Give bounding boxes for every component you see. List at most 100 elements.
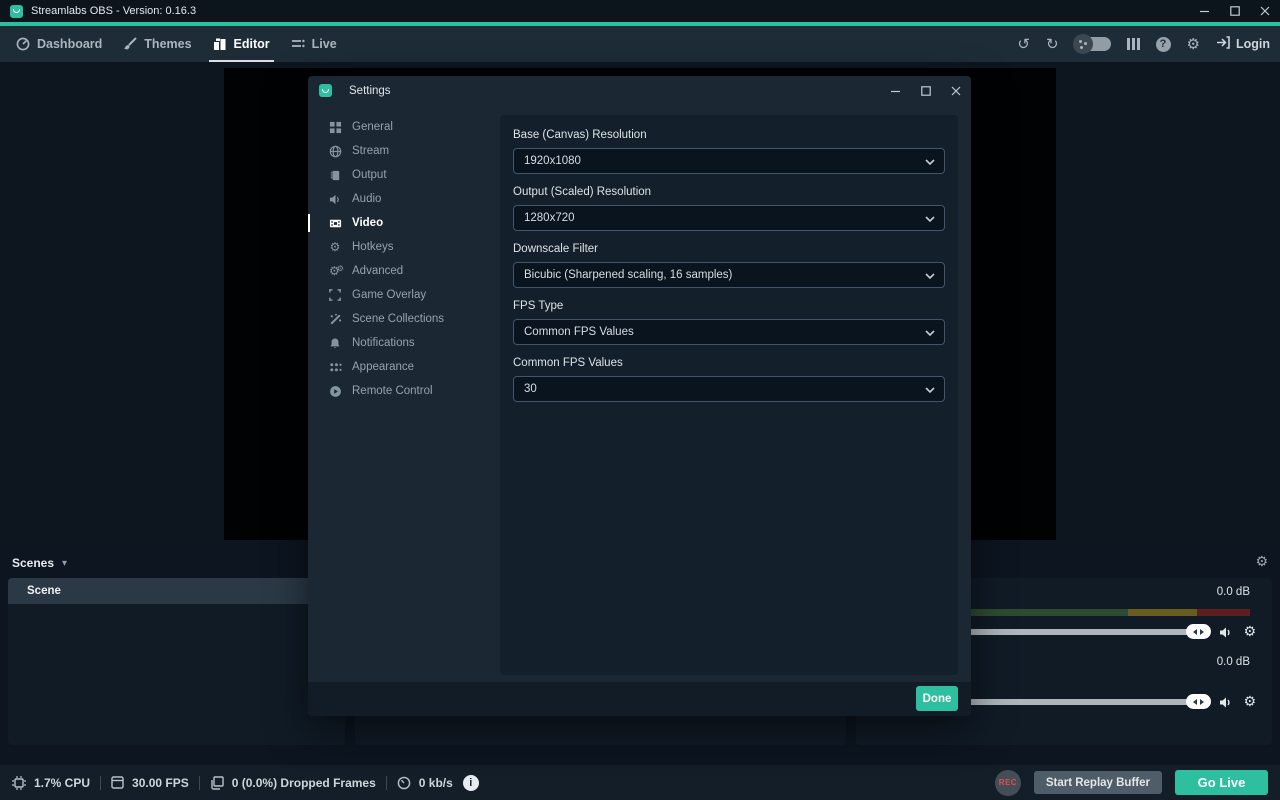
- sidebar-item-audio[interactable]: Audio: [308, 187, 500, 211]
- undo-icon[interactable]: ↺: [1017, 35, 1030, 53]
- speaker-icon[interactable]: [1219, 696, 1233, 709]
- output-resolution-select[interactable]: 1280x720: [513, 205, 945, 231]
- sidebar-label: Audio: [352, 193, 381, 205]
- settings-sidebar: General Stream Output Audio: [308, 105, 500, 403]
- dashboard-icon: [16, 37, 30, 51]
- login-button[interactable]: Login: [1216, 36, 1270, 52]
- select-value: Common FPS Values: [524, 326, 634, 338]
- chevron-down-icon: [925, 214, 935, 226]
- dropped-frames-status: 0 (0.0%) Dropped Frames: [210, 776, 376, 790]
- sidebar-item-video[interactable]: Video: [308, 211, 500, 235]
- downscale-filter-select[interactable]: Bicubic (Sharpened scaling, 16 samples): [513, 262, 945, 288]
- window-minimize-icon[interactable]: [1190, 0, 1220, 22]
- common-fps-values-select[interactable]: 30: [513, 376, 945, 402]
- go-live-button[interactable]: Go Live: [1175, 770, 1268, 795]
- scenes-header: Scenes ▾: [12, 556, 67, 570]
- window-maximize-icon[interactable]: [1220, 0, 1250, 22]
- info-icon[interactable]: i: [463, 775, 479, 791]
- scene-name: Scene: [27, 585, 61, 597]
- streamlabs-logo-icon: [10, 5, 23, 18]
- login-label: Login: [1236, 37, 1270, 51]
- sidebar-label: Video: [352, 217, 383, 229]
- scenes-title: Scenes: [12, 556, 54, 570]
- mixer-settings-gear-icon[interactable]: ⚙: [1255, 554, 1268, 570]
- chevron-down-icon: [925, 328, 935, 340]
- speaker-icon[interactable]: [1219, 626, 1233, 639]
- video-settings-form: Base (Canvas) Resolution 1920x1080 Outpu…: [500, 115, 958, 675]
- speaker-icon: [328, 193, 342, 206]
- field-label: FPS Type: [513, 300, 945, 312]
- record-button[interactable]: REC: [995, 770, 1021, 796]
- editor-icon: [213, 37, 227, 51]
- window-title: Streamlabs OBS - Version: 0.16.3: [31, 5, 196, 17]
- bell-icon: [328, 337, 342, 350]
- settings-dialog-title: Settings: [349, 85, 391, 97]
- globe-icon: [328, 145, 342, 158]
- sidebar-label: Remote Control: [352, 385, 433, 397]
- settings-gear-icon[interactable]: ⚙: [1187, 35, 1200, 53]
- sidebar-item-general[interactable]: General: [308, 115, 500, 139]
- select-value: 1280x720: [524, 212, 575, 224]
- field-label: Output (Scaled) Resolution: [513, 186, 945, 198]
- cpu-value: 1.7% CPU: [34, 776, 90, 790]
- top-navbar: Dashboard Themes Editor Live ↺ ↻ ? ⚙ Log: [0, 26, 1280, 62]
- chevron-down-icon: [925, 385, 935, 397]
- nav-dashboard-label: Dashboard: [37, 37, 102, 51]
- nav-live[interactable]: Live: [285, 26, 343, 62]
- dialog-minimize-icon[interactable]: [881, 76, 911, 105]
- sidebar-label: Notifications: [352, 337, 415, 349]
- film-icon: [328, 217, 342, 230]
- field-label: Base (Canvas) Resolution: [513, 129, 945, 141]
- bitrate-status: 0 kb/s: [397, 776, 453, 790]
- chevron-down-icon[interactable]: ▾: [62, 558, 67, 569]
- field-label: Common FPS Values: [513, 357, 945, 369]
- fps-type-select[interactable]: Common FPS Values: [513, 319, 945, 345]
- chevron-down-icon: [925, 157, 935, 169]
- nav-themes[interactable]: Themes: [117, 26, 197, 62]
- redo-icon[interactable]: ↻: [1046, 35, 1059, 53]
- window-titlebar: Streamlabs OBS - Version: 0.16.3: [0, 0, 1280, 22]
- layout-columns-icon[interactable]: [1127, 37, 1140, 51]
- gears-icon: ⚙⚙: [328, 264, 342, 278]
- fps-icon: [111, 776, 124, 789]
- select-value: 30: [524, 383, 537, 395]
- sidebar-label: Appearance: [352, 361, 414, 373]
- window-close-icon[interactable]: [1250, 0, 1280, 22]
- fps-value: 30.00 FPS: [132, 776, 189, 790]
- sidebar-item-hotkeys[interactable]: ⚙ Hotkeys: [308, 235, 500, 259]
- select-value: 1920x1080: [524, 155, 581, 167]
- sidebar-item-notifications[interactable]: Notifications: [308, 331, 500, 355]
- sidebar-item-output[interactable]: Output: [308, 163, 500, 187]
- select-value: Bicubic (Sharpened scaling, 16 samples): [524, 269, 732, 281]
- base-resolution-select[interactable]: 1920x1080: [513, 148, 945, 174]
- expand-corners-icon: [328, 289, 342, 301]
- sidebar-item-game-overlay[interactable]: Game Overlay: [308, 283, 500, 307]
- night-mode-toggle[interactable]: [1075, 37, 1111, 51]
- paintbrush-icon: [123, 37, 137, 51]
- sidebar-item-appearance[interactable]: Appearance: [308, 355, 500, 379]
- dialog-maximize-icon[interactable]: [911, 76, 941, 105]
- channel-gear-icon[interactable]: ⚙: [1243, 624, 1256, 640]
- scenes-panel: Scene: [8, 578, 345, 745]
- live-icon: [291, 37, 305, 51]
- sidebar-item-remote-control[interactable]: Remote Control: [308, 379, 500, 403]
- sidebar-item-advanced[interactable]: ⚙⚙ Advanced: [308, 259, 500, 283]
- channel-gear-icon[interactable]: ⚙: [1243, 694, 1256, 710]
- chevron-down-icon: [925, 271, 935, 283]
- dialog-close-icon[interactable]: [941, 76, 971, 105]
- volume-slider-handle[interactable]: [1186, 694, 1211, 709]
- speedometer-icon: [397, 776, 411, 790]
- volume-slider-handle[interactable]: [1186, 624, 1211, 639]
- start-replay-buffer-button[interactable]: Start Replay Buffer: [1034, 771, 1162, 794]
- sidebar-item-scene-collections[interactable]: Scene Collections: [308, 307, 500, 331]
- nav-dashboard[interactable]: Dashboard: [10, 26, 108, 62]
- nav-editor[interactable]: Editor: [207, 26, 276, 62]
- scene-list-item[interactable]: Scene: [8, 578, 345, 604]
- sidebar-item-stream[interactable]: Stream: [308, 139, 500, 163]
- done-button[interactable]: Done: [916, 686, 958, 711]
- frames-icon: [210, 776, 224, 790]
- help-icon[interactable]: ?: [1156, 37, 1171, 52]
- sidebar-label: General: [352, 121, 393, 133]
- bitrate-value: 0 kb/s: [419, 776, 453, 790]
- grid-icon: [328, 121, 342, 134]
